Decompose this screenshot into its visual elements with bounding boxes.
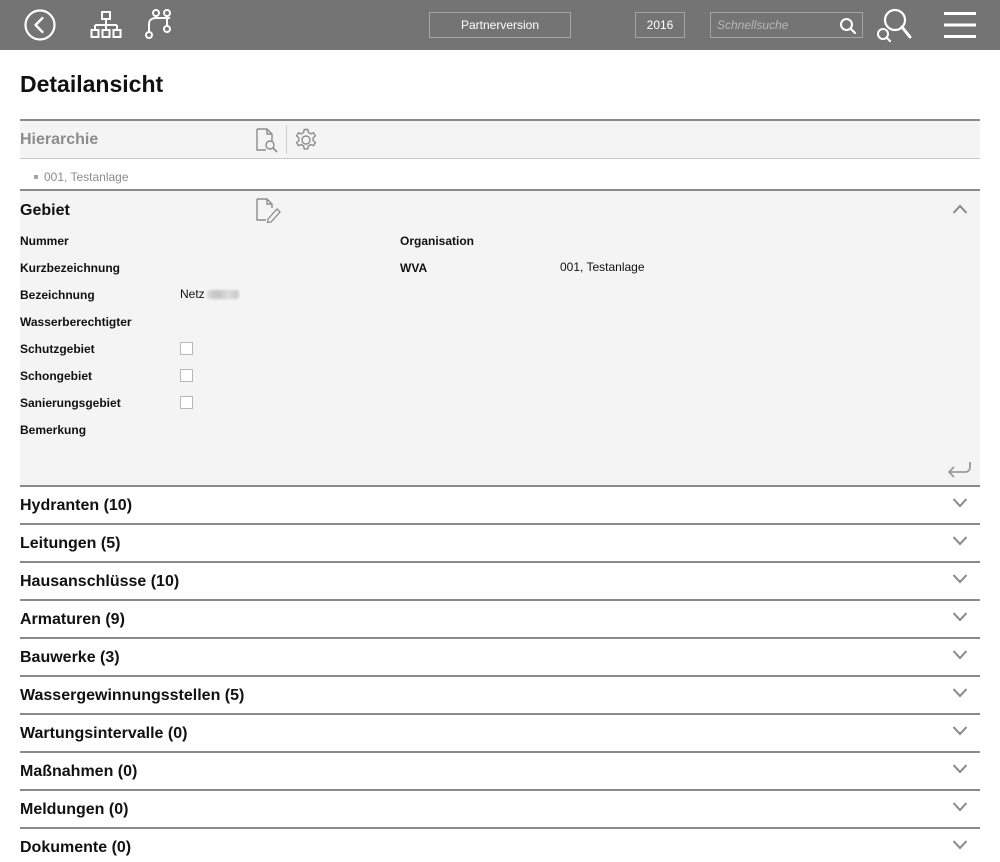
field-label-organisation: Organisation [400,234,475,248]
hierarchy-tree: 001, Testanlage [20,159,980,189]
field-label-bemerkung: Bemerkung [20,423,87,437]
field-value-bezeichnung: Netz [180,287,239,301]
gebiet-panel: Gebiet Nummer Kurzbezeichnung Bezeichnun… [20,191,980,485]
field-label-schongebiet: Schongebiet [20,369,93,383]
quick-search-input[interactable] [717,16,835,34]
search-icon[interactable] [839,17,857,35]
chevron-down-icon[interactable] [952,801,968,813]
tree-bullet [34,175,38,179]
section-leitungen[interactable]: Leitungen (5) [20,525,980,561]
schongebiet-checkbox[interactable] [180,369,193,382]
top-bar: Partnerversion 2016 [0,0,1000,50]
redacted-text [206,290,239,300]
hierarchy-header: Hierarchie [20,121,980,158]
toolbar-separator [286,125,287,154]
section-title: Dokumente (0) [20,839,132,856]
hierarchy-item[interactable]: 001, Testanlage [44,170,129,184]
edit-document-icon[interactable] [254,197,282,223]
partner-version-label: Partnerversion [429,12,571,38]
section-armaturen[interactable]: Armaturen (9) [20,601,980,637]
section-title: Hydranten (10) [20,497,133,514]
field-label-bezeichnung: Bezeichnung [20,288,95,302]
chevron-down-icon[interactable] [952,687,968,699]
settings-icon[interactable] [293,127,319,153]
section-wartungsintervalle[interactable]: Wartungsintervalle (0) [20,715,980,751]
chevron-down-icon[interactable] [952,763,968,775]
back-icon[interactable] [23,8,57,42]
section-meldungen[interactable]: Meldungen (0) [20,791,980,827]
schutzgebiet-checkbox[interactable] [180,342,193,355]
network-icon[interactable] [144,8,174,40]
advanced-search-icon[interactable] [876,6,912,44]
year-selector[interactable]: 2016 [635,12,685,38]
section-massnahmen[interactable]: Maßnahmen (0) [20,753,980,789]
section-wassergewinnungsstellen[interactable]: Wassergewinnungsstellen (5) [20,677,980,713]
page-title: Detailansicht [20,71,164,97]
section-hausanschluesse[interactable]: Hausanschlüsse (10) [20,563,980,599]
chevron-down-icon[interactable] [952,725,968,737]
section-title: Hausanschlüsse (10) [20,573,180,590]
document-search-icon[interactable] [254,127,280,153]
return-icon[interactable] [946,459,972,479]
quick-search [710,12,863,38]
section-title: Wartungsintervalle (0) [20,725,188,742]
section-title: Maßnahmen (0) [20,763,138,780]
chevron-up-icon[interactable] [952,203,968,215]
field-label-nummer: Nummer [20,234,69,248]
field-label-wasserberechtigter: Wasserberechtigter [20,315,132,329]
field-label-sanierungsgebiet: Sanierungsgebiet [20,396,121,410]
sanierungsgebiet-checkbox[interactable] [180,396,193,409]
gebiet-title[interactable]: Gebiet [20,202,70,220]
chevron-down-icon[interactable] [952,535,968,547]
section-title: Bauwerke (3) [20,649,120,666]
field-label-wva: WVA [400,261,428,275]
section-dokumente[interactable]: Dokumente (0) [20,829,980,862]
field-value-wva: 001, Testanlage [560,260,645,274]
field-label-kurzbezeichnung: Kurzbezeichnung [20,261,121,275]
chevron-down-icon[interactable] [952,649,968,661]
section-title: Leitungen (5) [20,535,121,552]
chevron-down-icon[interactable] [952,573,968,585]
section-hydranten[interactable]: Hydranten (10) [20,487,980,523]
chevron-down-icon[interactable] [952,839,968,851]
chevron-down-icon[interactable] [952,497,968,509]
hierarchy-title: Hierarchie [20,131,99,148]
hierarchy-icon[interactable] [90,10,122,40]
menu-icon[interactable] [943,11,977,39]
section-title: Meldungen (0) [20,801,129,818]
section-bauwerke[interactable]: Bauwerke (3) [20,639,980,675]
field-label-schutzgebiet: Schutzgebiet [20,342,95,356]
chevron-down-icon[interactable] [952,611,968,623]
section-title: Armaturen (9) [20,611,125,628]
section-title: Wassergewinnungsstellen (5) [20,687,245,704]
